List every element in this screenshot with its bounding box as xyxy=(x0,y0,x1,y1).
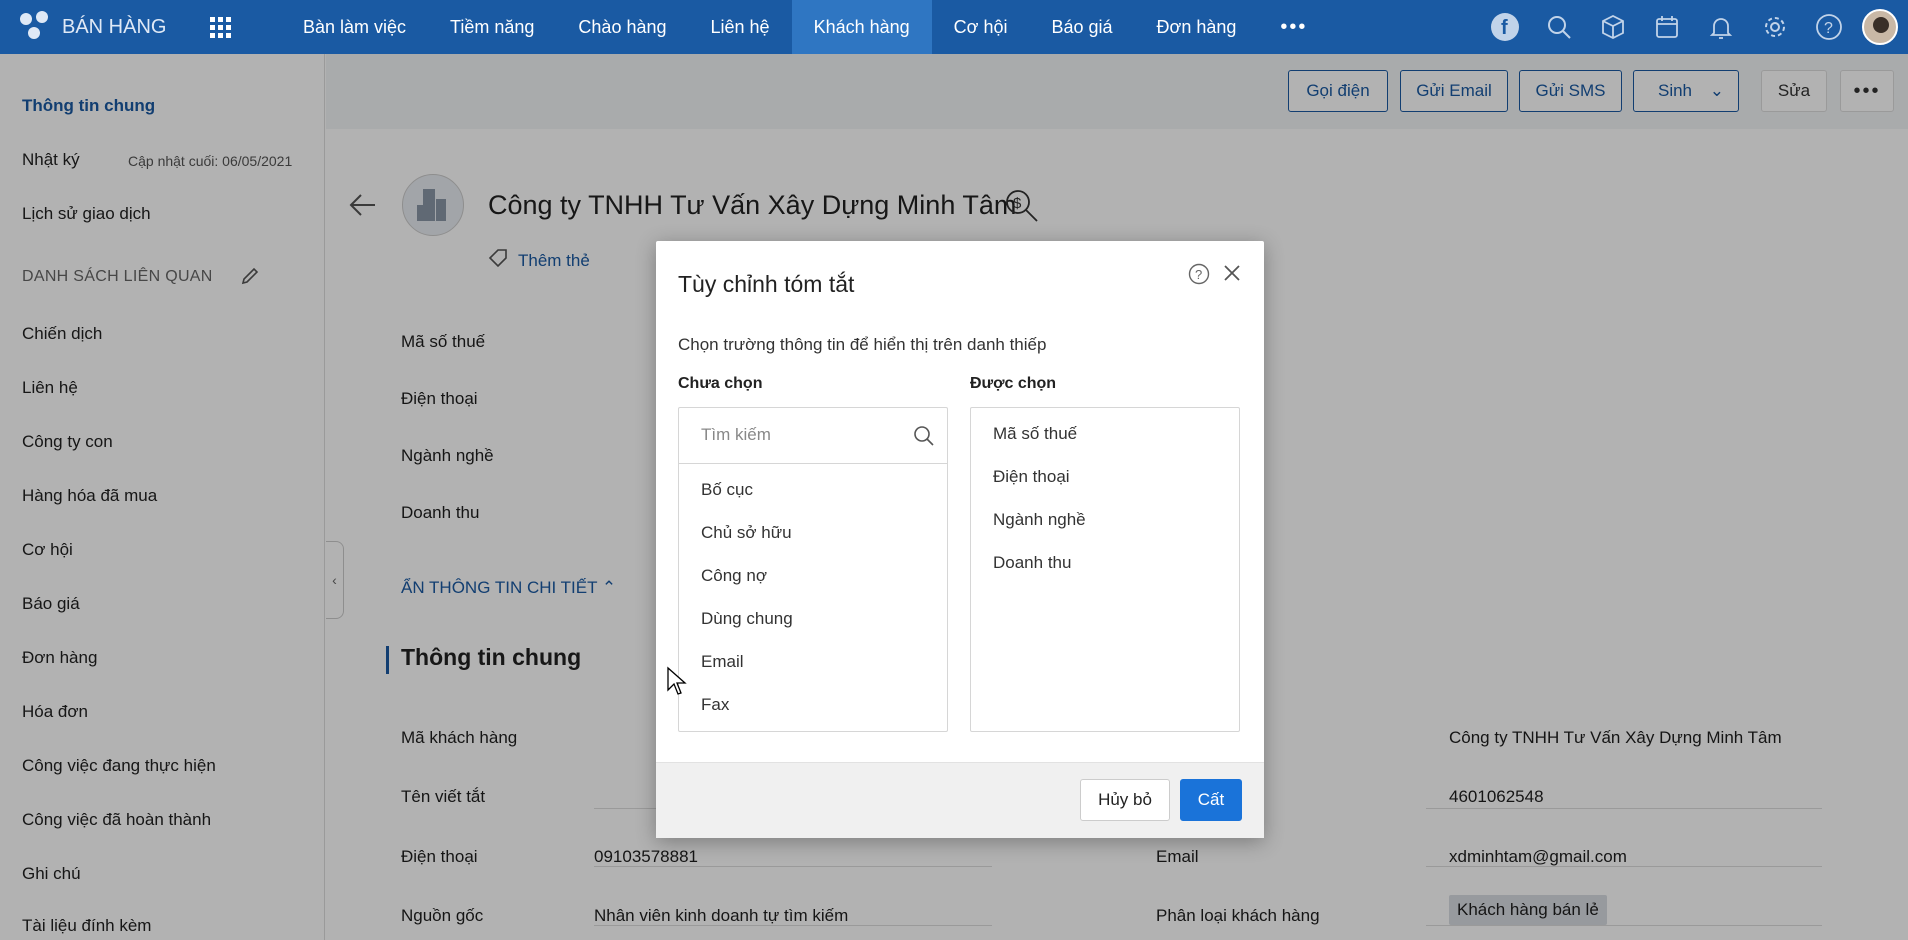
unselected-list: Bố cục Chủ sở hữu Công nợ Dùng chung Ema… xyxy=(678,407,948,732)
dialog-footer: Hủy bỏ Cất xyxy=(656,762,1264,838)
list-item[interactable]: Email xyxy=(701,652,744,672)
avatar[interactable] xyxy=(1862,9,1898,45)
list-item[interactable]: Doanh thu xyxy=(993,553,1071,573)
svg-text:f: f xyxy=(1501,17,1508,39)
search-icon[interactable] xyxy=(913,425,935,452)
nav-item-chao-hang[interactable]: Chào hàng xyxy=(556,0,688,54)
nav-item-ban-lam-viec[interactable]: Bàn làm việc xyxy=(281,0,428,54)
main-nav: Bàn làm việc Tiềm năng Chào hàng Liên hệ… xyxy=(281,0,1329,54)
nav-item-co-hoi[interactable]: Cơ hội xyxy=(932,0,1030,54)
search-icon[interactable] xyxy=(1532,0,1586,54)
field-search xyxy=(679,408,947,464)
help-icon[interactable]: ? xyxy=(1188,263,1210,290)
facebook-icon[interactable]: f xyxy=(1478,0,1532,54)
selected-list: Mã số thuế Điện thoại Ngành nghề Doanh t… xyxy=(970,407,1240,732)
top-navbar: BÁN HÀNG Bàn làm việc Tiềm năng Chào hàn… xyxy=(0,0,1908,54)
app-title: BÁN HÀNG xyxy=(62,15,167,38)
logo-icon xyxy=(20,11,52,43)
gear-icon[interactable] xyxy=(1748,0,1802,54)
app-logo[interactable]: BÁN HÀNG xyxy=(20,11,180,43)
customize-summary-dialog: Tùy chỉnh tóm tắt ? Chọn trường thông ti… xyxy=(656,241,1264,838)
apps-grid-icon[interactable] xyxy=(210,16,231,38)
dialog-title: Tùy chỉnh tóm tắt xyxy=(678,271,855,297)
list-item[interactable]: Fax xyxy=(701,695,729,715)
svg-text:?: ? xyxy=(1195,267,1202,282)
cancel-button[interactable]: Hủy bỏ xyxy=(1080,779,1170,821)
nav-item-khach-hang[interactable]: Khách hàng xyxy=(791,0,932,54)
top-icons: f ? xyxy=(1478,0,1908,54)
nav-item-don-hang[interactable]: Đơn hàng xyxy=(1135,0,1259,54)
bell-icon[interactable] xyxy=(1694,0,1748,54)
box-icon[interactable] xyxy=(1586,0,1640,54)
nav-more-icon[interactable]: ••• xyxy=(1258,0,1329,54)
list-item[interactable]: Bố cục xyxy=(701,480,753,500)
unselected-column-label: Chưa chọn xyxy=(678,375,763,392)
dialog-description: Chọn trường thông tin để hiển thị trên d… xyxy=(678,335,1047,354)
nav-item-bao-gia[interactable]: Báo giá xyxy=(1029,0,1134,54)
list-item[interactable]: Ngành nghề xyxy=(993,510,1086,530)
nav-item-lien-he[interactable]: Liên hệ xyxy=(689,0,792,54)
save-button[interactable]: Cất xyxy=(1180,779,1242,821)
search-input[interactable] xyxy=(701,408,911,462)
nav-item-tiem-nang[interactable]: Tiềm năng xyxy=(428,0,556,54)
svg-text:?: ? xyxy=(1824,20,1833,37)
close-icon[interactable] xyxy=(1222,263,1242,288)
mouse-cursor-icon xyxy=(666,666,688,701)
list-item[interactable]: Công nợ xyxy=(701,566,767,586)
help-icon[interactable]: ? xyxy=(1802,0,1856,54)
list-item[interactable]: Mã số thuế xyxy=(993,424,1077,444)
list-item[interactable]: Dùng chung xyxy=(701,609,793,629)
selected-column-label: Được chọn xyxy=(970,375,1057,392)
list-item[interactable]: Chủ sở hữu xyxy=(701,523,792,543)
calendar-icon[interactable] xyxy=(1640,0,1694,54)
list-item[interactable]: Điện thoại xyxy=(993,467,1070,487)
